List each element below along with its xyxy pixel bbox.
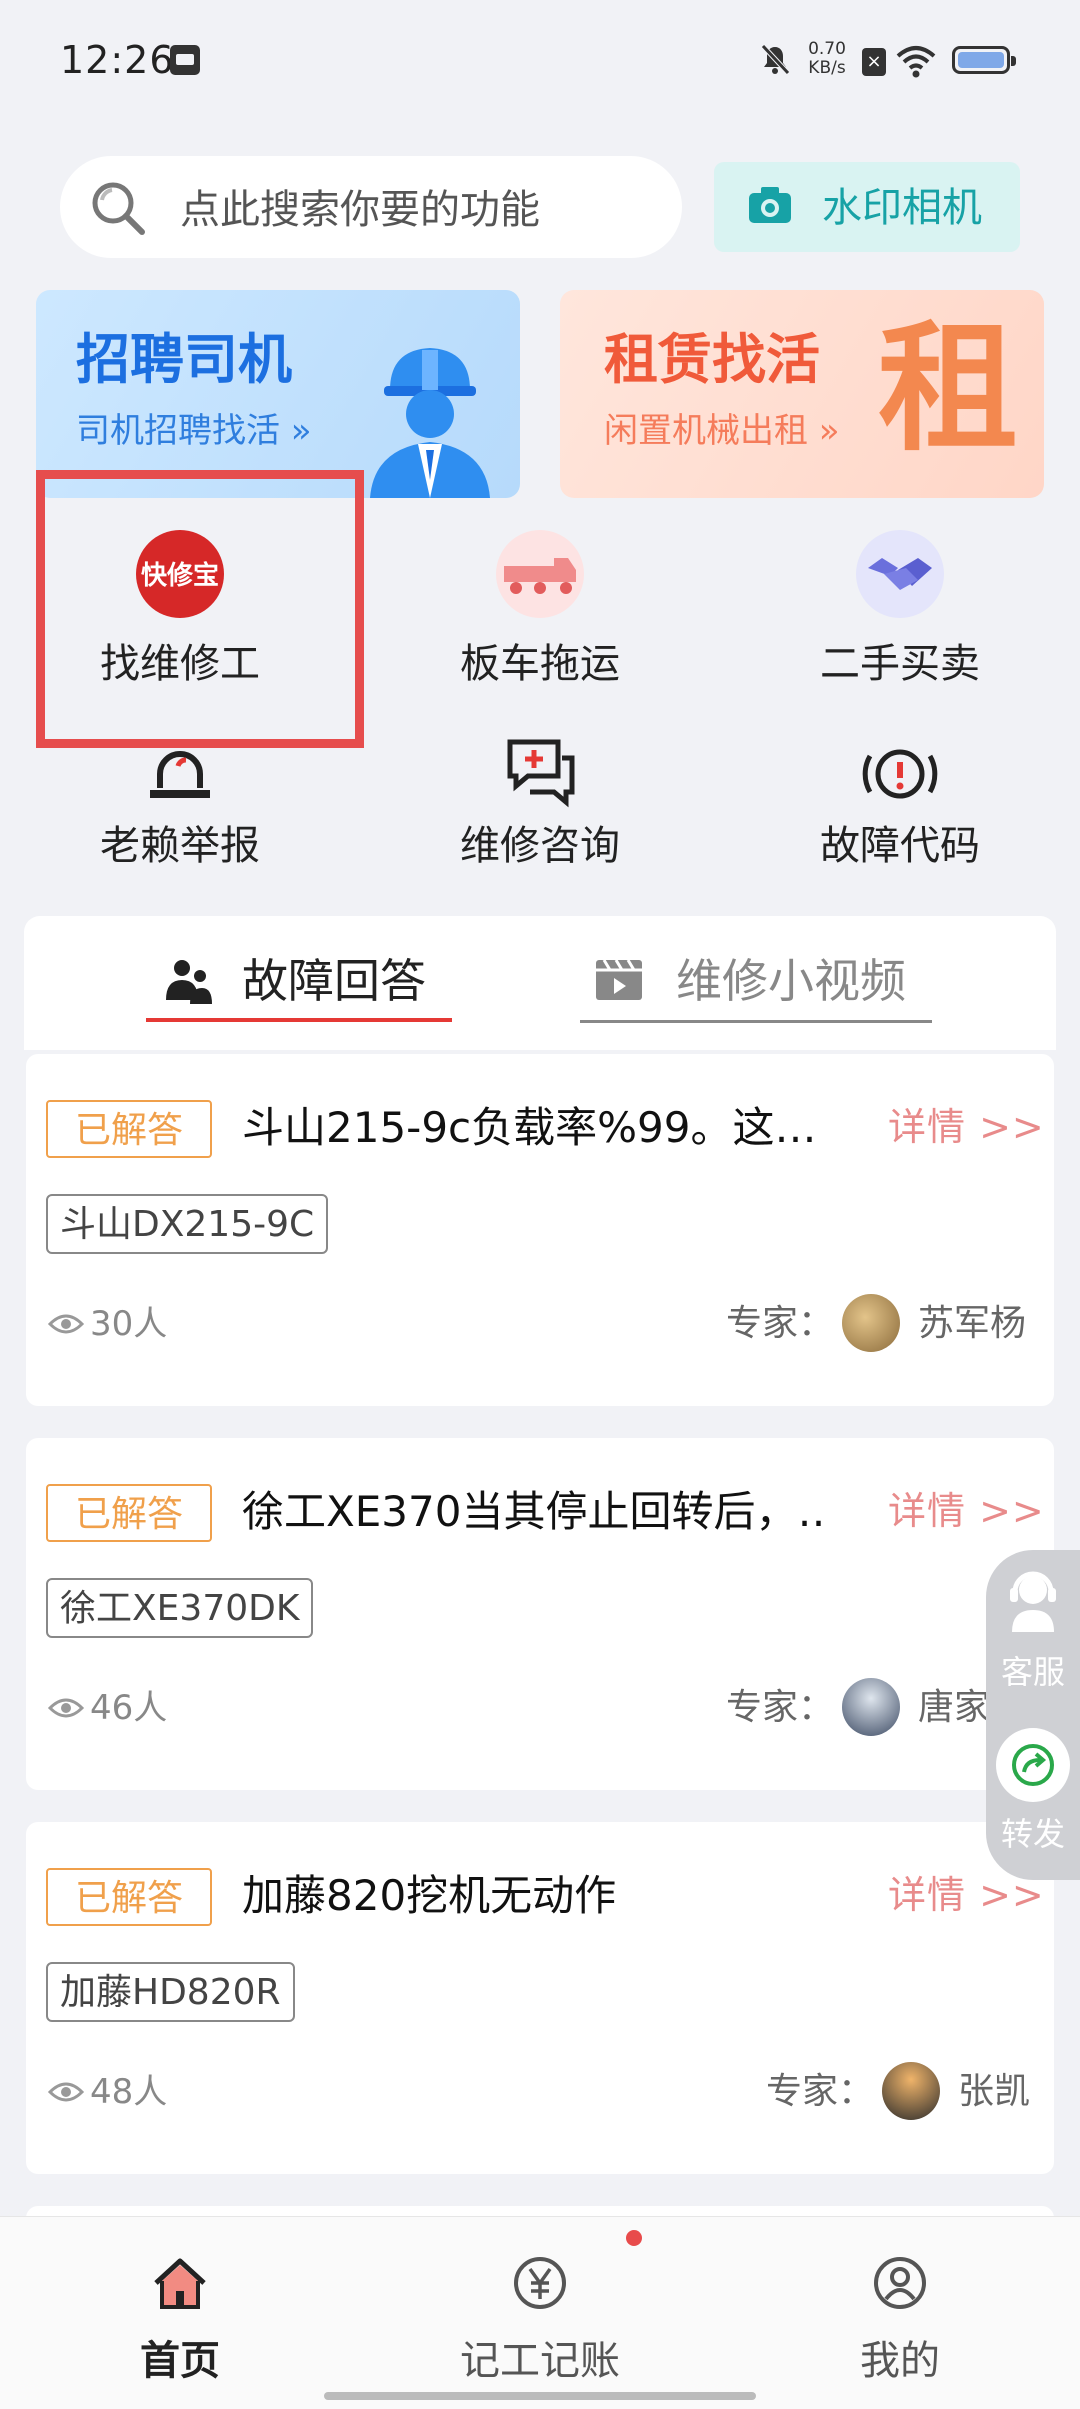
- warning-circle-icon: [862, 749, 938, 799]
- battery-icon: [952, 46, 1016, 74]
- answered-badge: 已解答: [46, 1868, 212, 1926]
- grid-label: 故障代码: [820, 823, 980, 869]
- expert-label: 专家：: [726, 1303, 835, 1344]
- machine-model-tag: 徐工XE370DK: [46, 1578, 314, 1638]
- grid-item-report-debtor[interactable]: 老赖举报: [60, 728, 300, 898]
- detail-link[interactable]: 详情 >>: [888, 1482, 1045, 1540]
- rent-big-char: 租: [878, 308, 1019, 471]
- question-title[interactable]: 加藤820挖机无动作: [242, 1866, 822, 1926]
- alarm-light-icon: [150, 751, 210, 798]
- nav-label: 首页: [140, 2338, 220, 2384]
- grid-label: 板车拖运: [460, 641, 620, 687]
- driver-banner-subtitle: 司机招聘找活 »: [76, 411, 312, 451]
- no-sim-icon: ×: [862, 48, 886, 76]
- grid-label: 维修咨询: [460, 823, 620, 869]
- avatar: [882, 2062, 940, 2120]
- profile-icon: [874, 2257, 926, 2309]
- grid-label: 老赖举报: [100, 823, 260, 869]
- expert-name: 苏军杨: [918, 1303, 1027, 1344]
- truck-icon: [496, 530, 584, 618]
- people-icon: [166, 960, 212, 1004]
- gesture-home-bar[interactable]: [324, 2392, 756, 2400]
- tab-repair-videos[interactable]: 维修小视频: [676, 950, 906, 1012]
- wifi-icon: [896, 46, 936, 78]
- eye-icon: [48, 2082, 84, 2102]
- worker-icon: [370, 348, 490, 498]
- grid-item-repair-consult[interactable]: 维修咨询: [420, 728, 660, 898]
- driver-banner-title: 招聘司机: [76, 328, 292, 391]
- answered-badge: 已解答: [46, 1100, 212, 1158]
- video-icon: [596, 959, 642, 1000]
- customer-service-icon[interactable]: [1006, 1566, 1060, 1632]
- customer-service-label[interactable]: 客服: [998, 1650, 1068, 1694]
- handshake-icon: [856, 530, 944, 618]
- tab-underline: [580, 1020, 932, 1023]
- eye-icon: [48, 1314, 84, 1334]
- detail-link[interactable]: 详情 >>: [888, 1098, 1045, 1156]
- nav-label: 我的: [860, 2338, 940, 2384]
- answered-badge: 已解答: [46, 1484, 212, 1542]
- expert-label: 专家：: [726, 1687, 835, 1728]
- avatar: [842, 1678, 900, 1736]
- share-label[interactable]: 转发: [998, 1812, 1068, 1856]
- view-count: 30人: [90, 1304, 168, 1344]
- notification-icon: [170, 45, 200, 75]
- camera-icon: [749, 187, 791, 223]
- net-speed: 0.70 KB/s: [808, 39, 846, 78]
- grid-label: 二手买卖: [820, 641, 980, 687]
- search-placeholder[interactable]: 点此搜索你要的功能: [180, 182, 540, 238]
- question-card[interactable]: 已解答 徐工XE370当其停止回转后，… 详情 >> 徐工XE370DK 46人…: [26, 1438, 1054, 1790]
- home-icon: [154, 2258, 206, 2309]
- search-icon: [92, 182, 145, 235]
- avatar: [842, 1294, 900, 1352]
- chat-plus-icon: [507, 739, 575, 808]
- selection-highlight-box: [36, 470, 364, 748]
- status-time: 12:26: [60, 38, 175, 82]
- notification-dot: [626, 2230, 642, 2246]
- machine-model-tag: 斗山DX215-9C: [46, 1194, 329, 1254]
- machine-model-tag: 加藤HD820R: [46, 1962, 295, 2022]
- grid-item-fault-code[interactable]: 故障代码: [780, 728, 1020, 898]
- bell-muted-icon: [761, 44, 790, 75]
- expert-label: 专家：: [766, 2071, 875, 2112]
- share-icon: [1012, 1744, 1054, 1786]
- share-button[interactable]: [996, 1728, 1070, 1802]
- active-tab-indicator: [146, 1018, 452, 1022]
- question-card[interactable]: 已解答 加藤820挖机无动作 详情 >> 加藤HD820R 48人 专家： 张凯: [26, 1822, 1054, 2174]
- rent-banner-subtitle: 闲置机械出租 »: [604, 411, 840, 451]
- bottom-navigation: 首页 记工记账 我的: [0, 2216, 1080, 2409]
- rent-banner-title: 租赁找活: [604, 328, 820, 391]
- view-count: 46人: [90, 1688, 168, 1728]
- driver-recruit-banner[interactable]: 招聘司机 司机招聘找活 »: [36, 290, 520, 498]
- view-count: 48人: [90, 2072, 168, 2112]
- question-title[interactable]: 徐工XE370当其停止回转后，…: [242, 1482, 822, 1542]
- yuan-icon: [514, 2257, 566, 2309]
- eye-icon: [48, 1698, 84, 1718]
- tab-fault-answers[interactable]: 故障回答: [242, 950, 426, 1012]
- rental-banner[interactable]: 租 租赁找活 闲置机械出租 »: [560, 290, 1044, 498]
- nav-label: 记工记账: [460, 2338, 620, 2384]
- grid-item-second-hand[interactable]: 二手买卖: [780, 528, 1020, 698]
- expert-name: 张凯: [958, 2071, 1031, 2112]
- watermark-camera-label[interactable]: 水印相机: [822, 180, 982, 236]
- grid-item-flatbed-towing[interactable]: 板车拖运: [420, 528, 660, 698]
- question-card[interactable]: 已解答 斗山215-9c负载率%99。这… 详情 >> 斗山DX215-9C 3…: [26, 1054, 1054, 1406]
- question-title[interactable]: 斗山215-9c负载率%99。这…: [242, 1098, 822, 1158]
